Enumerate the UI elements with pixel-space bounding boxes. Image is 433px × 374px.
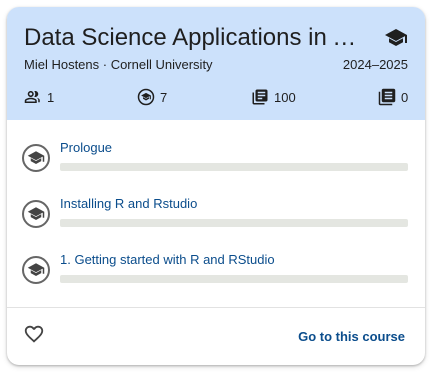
lesson-progress (60, 219, 408, 227)
library-books-icon (252, 89, 268, 105)
list-item[interactable]: Installing R and Rstudio (7, 176, 425, 232)
lesson-cap-icon (22, 144, 50, 172)
document-icon (378, 88, 396, 106)
course-year: 2024–2025 (342, 57, 408, 72)
lesson-title[interactable]: Prologue (60, 140, 112, 155)
course-author-org: Miel Hostens · Cornell University (24, 57, 213, 72)
graduation-cap-icon (385, 29, 407, 46)
stat-lessons: 7 (137, 87, 167, 107)
lesson-title[interactable]: 1. Getting started with R and RStudio (60, 252, 275, 267)
list-item[interactable]: Prologue (7, 120, 425, 176)
list-item[interactable]: 1. Getting started with R and RStudio (7, 232, 425, 288)
course-card: Data Science Applications in Agriculture… (7, 7, 425, 365)
lesson-title[interactable]: Installing R and Rstudio (60, 196, 197, 211)
card-header: Data Science Applications in Agriculture… (7, 7, 425, 120)
cap-circle-icon (137, 88, 155, 106)
lesson-cap-icon (22, 200, 50, 228)
stat-people-count: 1 (47, 89, 55, 105)
lesson-progress (60, 275, 408, 283)
stat-documents: 0 (378, 87, 408, 107)
people-icon (24, 91, 40, 103)
favorite-heart-icon[interactable] (23, 323, 45, 345)
stat-documents-count: 0 (401, 89, 409, 105)
lesson-progress (60, 163, 408, 171)
go-to-course-button[interactable]: Go to this course (298, 329, 405, 344)
lesson-cap-icon (22, 256, 50, 284)
course-title[interactable]: Data Science Applications in Agriculture (24, 23, 364, 53)
stat-people: 1 (24, 87, 54, 107)
stat-content-count: 100 (274, 89, 296, 105)
stat-lessons-count: 7 (160, 89, 168, 105)
stat-content: 100 (251, 87, 296, 107)
divider (7, 307, 425, 308)
